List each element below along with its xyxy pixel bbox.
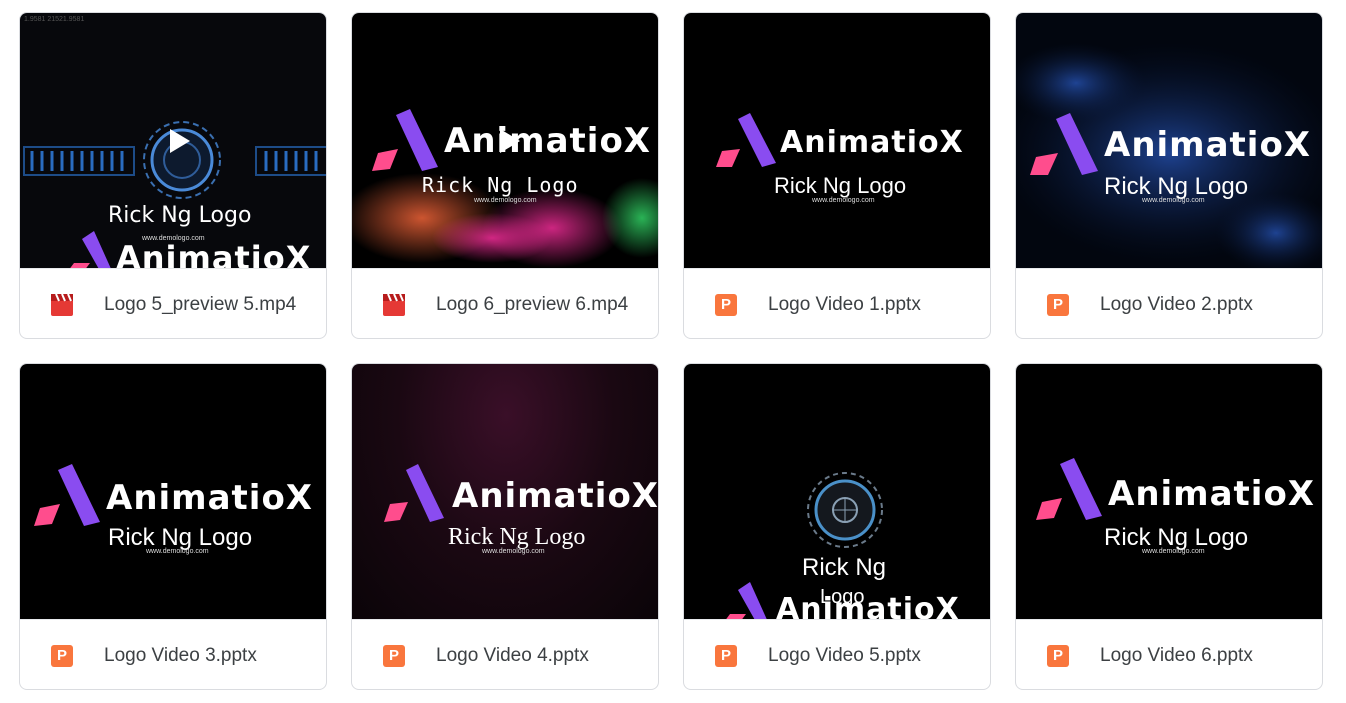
powerpoint-icon: P — [715, 645, 737, 667]
logo-mark-icon — [1036, 458, 1102, 520]
file-footer: P Logo Video 5.pptx — [684, 619, 990, 689]
logo-mark-icon — [716, 113, 776, 167]
thumbnail-brand: AnimatioX — [1108, 474, 1316, 514]
logo-mark-icon — [70, 231, 111, 268]
file-card[interactable]: AnimatioX Rick Ng Logo www.demologo.com … — [351, 363, 659, 690]
logo-mark-icon — [384, 464, 444, 522]
file-footer: P Logo Video 1.pptx — [684, 268, 990, 338]
thumbnail-brand: AnimatioX — [780, 125, 964, 160]
thumbnail-brand: AnimatioX — [776, 592, 960, 619]
file-thumbnail: AnimatioX Rick Ng Logo www.demologo.com — [352, 13, 658, 268]
thumbnail-brand: AnimatioX — [452, 476, 659, 516]
thumbnail-url: www.demologo.com — [812, 197, 875, 204]
file-name[interactable]: Logo Video 5.pptx — [768, 620, 921, 689]
file-name[interactable]: Logo Video 4.pptx — [436, 620, 589, 689]
thumbnail-subtitle: Rick Ng Logo — [422, 173, 579, 197]
file-card[interactable]: AnimatioX Rick Ng Logo www.demologo.com … — [19, 363, 327, 690]
file-thumbnail: AnimatioX Rick Ng Logo www.demologo.com — [20, 364, 326, 619]
powerpoint-icon: P — [1047, 294, 1069, 316]
file-thumbnail: AnimatioX Rick Ng Logo www.demologo.com — [1016, 364, 1322, 619]
file-grid: 1.9581 21521.9581 Rick Ng Logo www.demol… — [0, 0, 1346, 703]
file-name[interactable]: Logo Video 1.pptx — [768, 269, 921, 338]
thumbnail-subtitle: Rick Ng Logo — [448, 524, 586, 550]
file-footer: P Logo Video 2.pptx — [1016, 268, 1322, 338]
file-card[interactable]: AnimatioX Rick Ng Logo www.demologo.com … — [683, 12, 991, 339]
file-thumbnail: 1.9581 21521.9581 Rick Ng Logo www.demol… — [20, 13, 326, 268]
file-thumbnail: AnimatioX Rick Ng Logo www.demologo.com — [1016, 13, 1322, 268]
thumbnail-url: www.demologo.com — [1142, 197, 1205, 204]
file-card[interactable]: 1.9581 21521.9581 Rick Ng Logo www.demol… — [19, 12, 327, 339]
play-icon[interactable] — [500, 129, 520, 153]
file-footer: Logo 5_preview 5.mp4 — [20, 268, 326, 338]
file-name[interactable]: Logo Video 3.pptx — [104, 620, 257, 689]
file-footer: P Logo Video 6.pptx — [1016, 619, 1322, 689]
thumbnail-url: www.demologo.com — [1142, 548, 1205, 555]
file-card[interactable]: AnimatioX Rick Ng Logo www.demologo.com … — [351, 12, 659, 339]
thumbnail-brand: AnimatioX — [116, 239, 312, 268]
thumbnail-brand: AnimatioX — [106, 478, 314, 518]
file-thumbnail: AnimatioX Rick Ng Logo www.demologo.com — [352, 364, 659, 619]
file-name[interactable]: Logo 6_preview 6.mp4 — [436, 269, 628, 338]
logo-mark-icon — [34, 464, 100, 526]
thumbnail-subtitle: Rick Ng Logo — [108, 203, 252, 228]
clapperboard-icon — [383, 293, 405, 316]
powerpoint-icon: P — [715, 294, 737, 316]
thumbnail-subtitle: Rick Ng — [802, 554, 887, 581]
logo-mark-icon — [372, 109, 438, 171]
thumbnail-url: www.demologo.com — [146, 548, 209, 555]
file-name[interactable]: Logo 5_preview 5.mp4 — [104, 269, 296, 338]
thumbnail-brand: AnimatioX — [444, 121, 652, 161]
play-icon[interactable] — [170, 129, 190, 153]
thumbnail-url: www.demologo.com — [482, 548, 545, 555]
file-footer: P Logo Video 4.pptx — [352, 619, 658, 689]
file-footer: P Logo Video 3.pptx — [20, 619, 326, 689]
file-card[interactable]: AnimatioX Rick Ng Logo www.demologo.com … — [1015, 363, 1323, 690]
file-name[interactable]: Logo Video 6.pptx — [1100, 620, 1253, 689]
powerpoint-icon: P — [51, 645, 73, 667]
powerpoint-icon: P — [383, 645, 405, 667]
logo-mark-icon — [1030, 113, 1098, 175]
file-thumbnail: AnimatioX Rick Ng Logo www.demologo.com — [684, 13, 990, 268]
clapperboard-icon — [51, 293, 73, 316]
powerpoint-icon: P — [1047, 645, 1069, 667]
thumbnail-brand: AnimatioX — [1104, 125, 1312, 165]
file-footer: Logo 6_preview 6.mp4 — [352, 268, 658, 338]
thumbnail-subtitle: Rick Ng Logo — [774, 173, 907, 198]
file-card[interactable]: AnimatioX Rick Ng Logo www.demologo.com … — [1015, 12, 1323, 339]
logo-mark-icon — [726, 582, 767, 619]
file-thumbnail: Rick Ng Logo AnimatioX — [684, 364, 990, 619]
thumbnail-url: www.demologo.com — [474, 197, 537, 204]
file-name[interactable]: Logo Video 2.pptx — [1100, 269, 1253, 338]
file-card[interactable]: Rick Ng Logo AnimatioX P Logo Video 5.pp… — [683, 363, 991, 690]
